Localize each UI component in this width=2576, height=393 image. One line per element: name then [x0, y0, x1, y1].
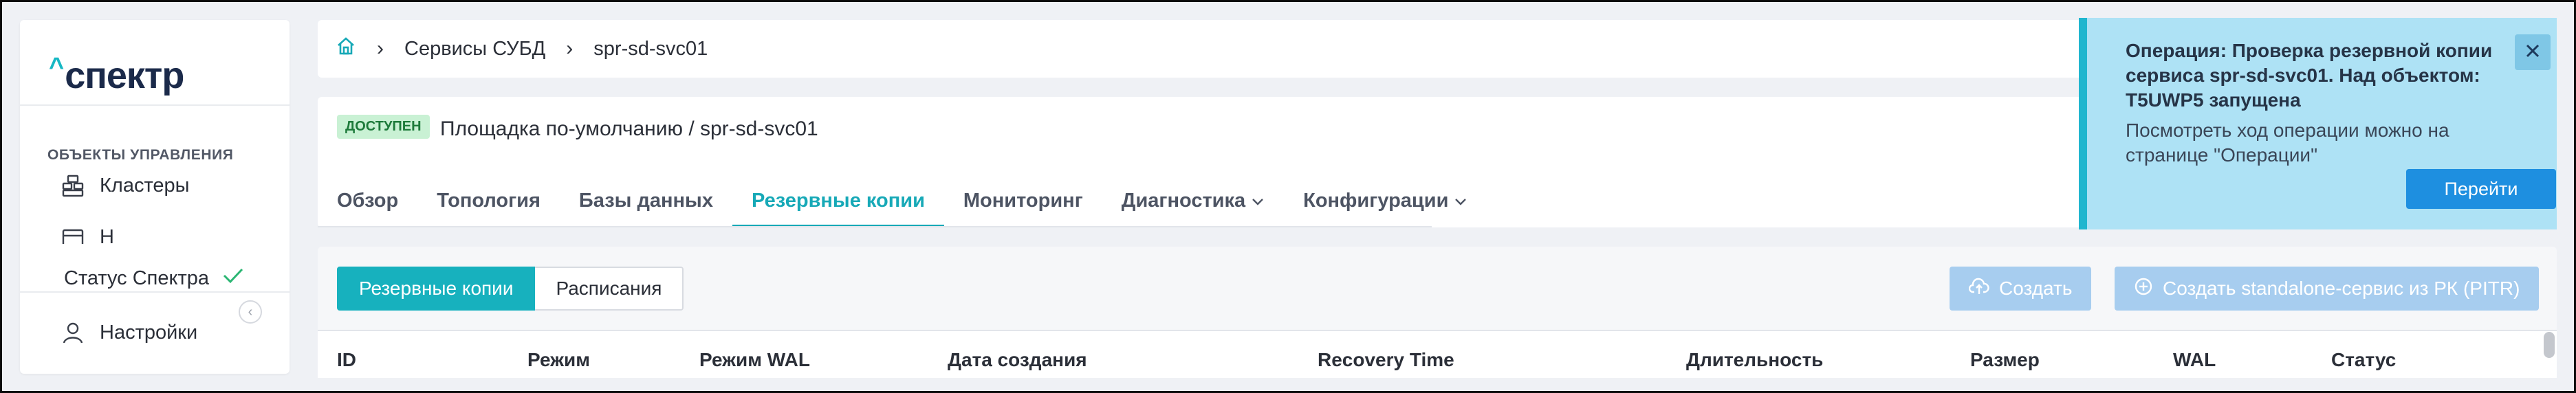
- column-header-created[interactable]: Дата создания: [948, 349, 1087, 371]
- breadcrumb-item-service: spr-sd-svc01: [593, 37, 708, 60]
- create-standalone-label: Создать standalone-сервис из РК (PITR): [2163, 278, 2520, 299]
- nodes-icon: [61, 226, 85, 244]
- plus-circle-icon: [2134, 277, 2153, 301]
- column-header-mode[interactable]: Режим: [527, 349, 590, 371]
- sidebar-divider: [20, 291, 290, 293]
- table-header: ID Режим Режим WAL Дата создания Recover…: [318, 330, 2557, 378]
- tab-label: Конфигурации: [1303, 189, 1449, 212]
- column-header-id[interactable]: ID: [337, 349, 356, 371]
- breadcrumb-separator-icon: ›: [566, 37, 574, 60]
- column-header-status[interactable]: Статус: [2331, 349, 2396, 371]
- collapse-sidebar-button[interactable]: ‹: [239, 300, 262, 324]
- sidebar-item-clusters[interactable]: Кластеры: [61, 174, 190, 197]
- tab-topology[interactable]: Топология: [417, 174, 560, 227]
- user-icon: [61, 321, 85, 344]
- breadcrumb-item-dbms-services[interactable]: Сервисы СУБД: [404, 38, 545, 60]
- chevron-left-icon: ‹: [248, 304, 253, 319]
- sidebar: ^ спектр ОБЪЕКТЫ УПРАВЛЕНИЯ Кластеры Н С…: [20, 20, 290, 374]
- tab-label: Резервные копии: [751, 189, 925, 212]
- chevron-down-icon: [1454, 190, 1467, 212]
- column-header-recovery-time[interactable]: Recovery Time: [1318, 349, 1454, 371]
- sidebar-item-settings[interactable]: Настройки: [61, 321, 197, 344]
- create-label: Создать: [1999, 278, 2073, 299]
- chevron-down-icon: [1251, 190, 1265, 212]
- status-label: Статус Спектра: [64, 267, 210, 289]
- sidebar-item-label: Кластеры: [100, 174, 190, 196]
- segment-backups[interactable]: Резервные копии: [337, 267, 536, 311]
- sidebar-item-label: Настройки: [100, 321, 198, 344]
- spektr-logo[interactable]: ^ спектр: [49, 53, 184, 102]
- create-standalone-button[interactable]: Создать standalone-сервис из РК (PITR): [2115, 267, 2540, 311]
- tab-databases[interactable]: Базы данных: [560, 174, 732, 227]
- logo-text: спектр: [65, 55, 184, 96]
- cloud-upload-icon: [1968, 278, 1989, 300]
- backups-panel: Резервные копии Расписания Создать Созда…: [318, 247, 2557, 378]
- view-switch: Резервные копии Расписания: [337, 267, 684, 311]
- home-icon[interactable]: [336, 36, 356, 62]
- check-icon: [221, 266, 245, 291]
- sidebar-section-title: ОБЪЕКТЫ УПРАВЛЕНИЯ: [47, 147, 234, 163]
- sidebar-item-label: Н: [100, 226, 114, 244]
- tab-label: Диагностика: [1121, 189, 1246, 212]
- go-to-operations-button[interactable]: Перейти: [2406, 169, 2556, 209]
- sidebar-item-nodes[interactable]: Н: [61, 226, 114, 244]
- tab-label: Базы данных: [578, 189, 713, 212]
- tab-overview[interactable]: Обзор: [318, 174, 417, 227]
- tab-diagnostics[interactable]: Диагностика: [1102, 174, 1284, 227]
- logo-caret: ^: [49, 53, 64, 82]
- column-header-duration[interactable]: Длительность: [1686, 349, 1823, 371]
- tab-label: Обзор: [337, 189, 399, 212]
- tab-configurations[interactable]: Конфигурации: [1284, 174, 1487, 227]
- create-button[interactable]: Создать: [1950, 267, 2092, 311]
- tab-bar: Обзор Топология Базы данных Резервные ко…: [318, 174, 1487, 227]
- service-path: Площадка по-умолчанию / spr-sd-svc01: [440, 117, 818, 140]
- tab-label: Топология: [437, 189, 541, 212]
- tab-monitoring[interactable]: Мониторинг: [944, 174, 1102, 227]
- close-icon: [2524, 39, 2542, 66]
- operation-toast: Операция: Проверка резервной копии серви…: [2079, 18, 2557, 229]
- column-header-wal-mode[interactable]: Режим WAL: [699, 349, 810, 371]
- status-badge: ДОСТУПЕН: [337, 115, 430, 139]
- vertical-scrollbar[interactable]: [2544, 332, 2555, 358]
- column-header-wal[interactable]: WAL: [2173, 349, 2216, 371]
- cluster-icon: [61, 174, 85, 197]
- segment-schedules[interactable]: Расписания: [535, 267, 684, 311]
- sidebar-divider: [20, 104, 290, 106]
- column-header-size[interactable]: Размер: [1970, 349, 2040, 371]
- spektr-status[interactable]: Статус Спектра: [64, 266, 245, 291]
- tabs-underline: [318, 226, 1432, 227]
- tab-backups[interactable]: Резервные копии: [732, 174, 944, 227]
- breadcrumb-separator-icon: ›: [377, 37, 384, 60]
- toast-text: Посмотреть ход операции можно на страниц…: [2126, 120, 2449, 166]
- toast-close-button[interactable]: [2515, 34, 2551, 70]
- tab-label: Мониторинг: [963, 189, 1083, 212]
- toast-title: Операция: Проверка резервной копии серви…: [2126, 40, 2493, 111]
